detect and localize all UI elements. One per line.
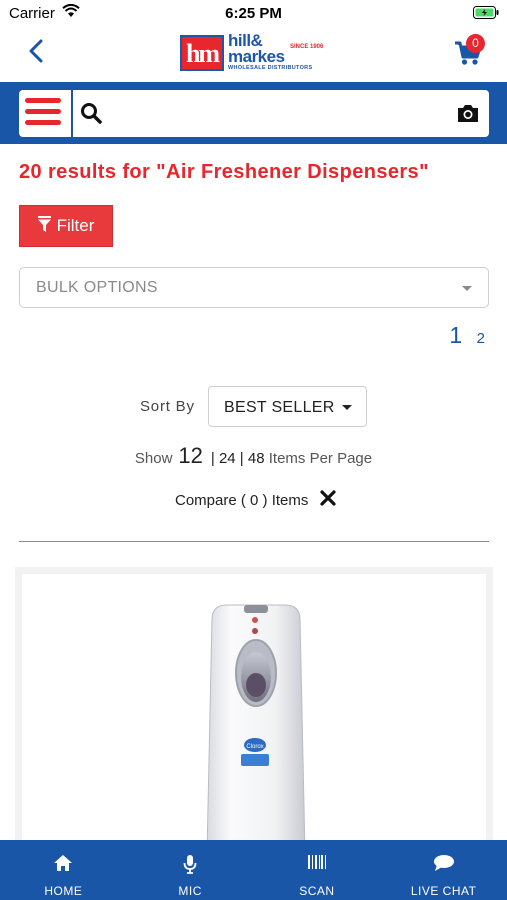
bulk-options-label: BULK OPTIONS [36,279,158,296]
logo-wordmark: hill& markes SINCE 1906 [228,31,324,66]
funnel-icon [37,215,51,237]
page-link-current[interactable]: 1 [449,322,462,348]
items-per-page: Show 12 | 24 | 48 Items Per Page [0,443,507,469]
per-page-option-24[interactable]: | 24 | [211,450,244,467]
results-title: 20 results for "Air Freshener Dispensers… [19,161,429,183]
pagination: 1 2 [449,322,485,349]
search-icon [80,102,102,129]
status-bar: Carrier 6:25 PM [0,0,507,28]
battery-icon [473,6,499,24]
product-image-frame: Clorox [22,574,486,864]
nav-home[interactable]: HOME [0,840,127,900]
bottom-nav: HOME MIC SCAN LIVE CHAT [0,840,507,900]
sort-select[interactable]: BEST SELLER [208,386,367,427]
sort-value: BEST SELLER [224,399,335,416]
compare-label: Compare ( 0 ) Items [175,492,309,509]
search-bar [0,82,507,144]
product-image[interactable]: Clorox [22,574,486,864]
nav-mic[interactable]: MIC [127,840,254,900]
cart-count-badge: 0 [466,34,485,53]
caret-down-icon [342,405,352,410]
home-icon [53,854,73,877]
filter-label: Filter [56,216,95,235]
items-per-page-label: Items Per Page [268,450,373,467]
svg-text:Clorox: Clorox [246,744,263,750]
product-card[interactable]: Clorox [15,567,493,864]
show-label: Show [134,450,173,467]
nav-live-chat-label: LIVE CHAT [410,884,477,898]
divider [19,541,489,542]
logo-mark: hm [180,35,224,71]
bulk-options-select[interactable]: BULK OPTIONS [19,267,489,308]
search-input[interactable] [111,96,441,130]
caret-down-icon [462,286,472,291]
nav-live-chat[interactable]: LIVE CHAT [380,840,507,900]
search-divider [71,90,73,137]
sort-by-label: Sort By [140,398,195,415]
hamburger-menu-icon[interactable] [25,98,61,128]
nav-home-label: HOME [44,884,83,898]
nav-scan[interactable]: SCAN [254,840,381,900]
barcode-icon [307,854,327,875]
close-icon[interactable] [320,490,336,511]
page-link-next[interactable]: 2 [477,330,485,347]
app-header: hm hill& markes SINCE 1906 WHOLESALE DIS… [0,28,507,82]
brand-logo[interactable]: hm hill& markes SINCE 1906 WHOLESALE DIS… [180,31,330,71]
clock: 6:25 PM [225,5,282,22]
nav-scan-label: SCAN [299,884,335,898]
filter-button[interactable]: Filter [19,205,113,247]
search-box [19,90,489,137]
nav-mic-label: MIC [178,884,202,898]
per-page-current[interactable]: 12 [178,443,202,468]
chat-icon [433,854,455,877]
back-chevron-icon[interactable] [28,39,44,68]
logo-tagline: WHOLESALE DISTRIBUTORS [228,65,313,71]
camera-icon[interactable] [456,103,480,128]
per-page-option-48[interactable]: 48 [248,450,265,467]
mic-icon [183,854,197,879]
